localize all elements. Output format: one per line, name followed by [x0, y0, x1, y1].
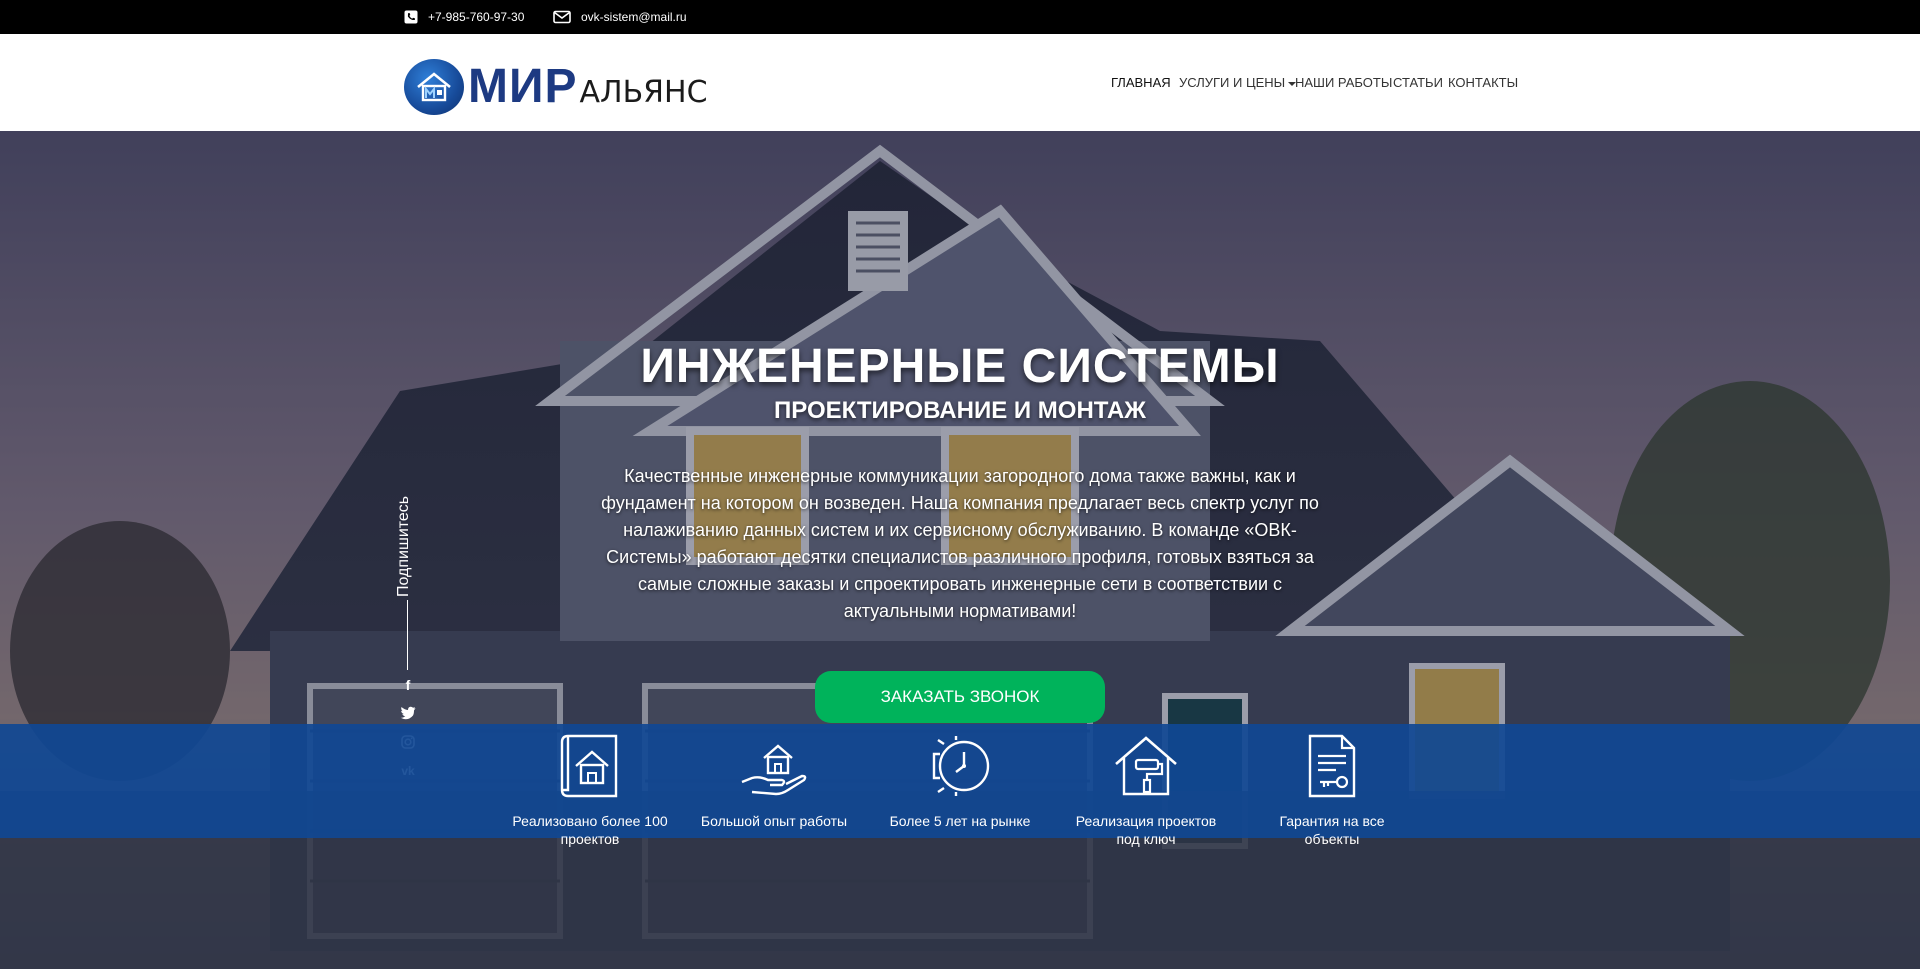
site-header: МИР АЛЬЯНС ГЛАВНАЯ УСЛУГИ И ЦЕНЫ НАШИ РА… — [0, 34, 1920, 131]
order-call-button[interactable]: ЗАКАЗАТЬ ЗВОНОК — [815, 671, 1105, 723]
logo-house-icon — [404, 59, 464, 115]
feature-label: Большой опыт работы — [700, 813, 848, 829]
phone-contact[interactable]: +7-985-760-97-30 — [404, 0, 524, 34]
feature-label: Гарантия на все объекты — [1279, 813, 1385, 847]
nav-item-services-label: УСЛУГИ И ЦЕНЫ — [1179, 75, 1286, 90]
nav-item-articles[interactable]: СТАТЬИ — [1393, 75, 1443, 90]
logo-alyans-text: АЛЬЯНС — [579, 75, 708, 110]
feature-label: Реализовано более 100 проектов — [512, 813, 668, 847]
subscribe-label: Подпишитесь — [395, 495, 412, 597]
features-strip: Реализовано более 100 проектов Большой о… — [0, 724, 1920, 847]
phone-number: +7-985-760-97-30 — [428, 10, 525, 24]
subscribe-divider — [407, 600, 408, 670]
house-blueprint-icon — [560, 734, 618, 798]
feature-item-turnkey: Реализация проектов под ключ — [1066, 732, 1226, 848]
document-key-icon — [1308, 734, 1356, 798]
email-contact[interactable]: ovk-sistem@mail.ru — [553, 0, 687, 34]
nav-item-services[interactable]: УСЛУГИ И ЦЕНЫ — [1179, 75, 1297, 90]
house-roller-icon — [1115, 736, 1177, 796]
feature-item-projects: Реализовано более 100 проектов — [510, 732, 670, 848]
hand-house-icon — [741, 744, 807, 796]
feature-label: Более 5 лет на рынке — [889, 813, 1031, 829]
feature-item-years: Более 5 лет на рынке — [880, 732, 1040, 830]
hero-section: ИНЖЕНЕРНЫЕ СИСТЕМЫ ПРОЕКТИРОВАНИЕ И МОНТ… — [0, 131, 1920, 969]
phone-icon — [404, 10, 418, 24]
nav-item-works[interactable]: НАШИ РАБОТЫ — [1295, 75, 1392, 90]
top-contact-bar: +7-985-760-97-30 ovk-sistem@mail.ru — [0, 0, 1920, 34]
nav-item-contacts[interactable]: КОНТАКТЫ — [1448, 75, 1518, 90]
email-address: ovk-sistem@mail.ru — [581, 10, 687, 24]
feature-item-experience: Большой опыт работы — [694, 732, 854, 830]
facebook-icon-letter: f — [405, 677, 411, 693]
twitter-icon[interactable] — [398, 703, 418, 723]
feature-item-guarantee: Гарантия на все объекты — [1252, 732, 1412, 848]
clock-gear-icon — [932, 736, 990, 796]
nav-item-home[interactable]: ГЛАВНАЯ — [1111, 75, 1171, 90]
hero-title: ИНЖЕНЕРНЫЕ СИСТЕМЫ — [640, 340, 1280, 393]
feature-label: Реализация проектов под ключ — [1075, 813, 1217, 847]
hero-subtitle: ПРОЕКТИРОВАНИЕ И МОНТАЖ — [774, 397, 1146, 424]
hero-description: Качественные инженерные коммуникации заг… — [601, 466, 1319, 621]
logo-mir-text: МИР — [468, 60, 578, 113]
site-logo[interactable]: МИР АЛЬЯНС — [404, 59, 708, 115]
facebook-icon[interactable]: f — [398, 675, 418, 695]
envelope-icon — [553, 10, 571, 24]
